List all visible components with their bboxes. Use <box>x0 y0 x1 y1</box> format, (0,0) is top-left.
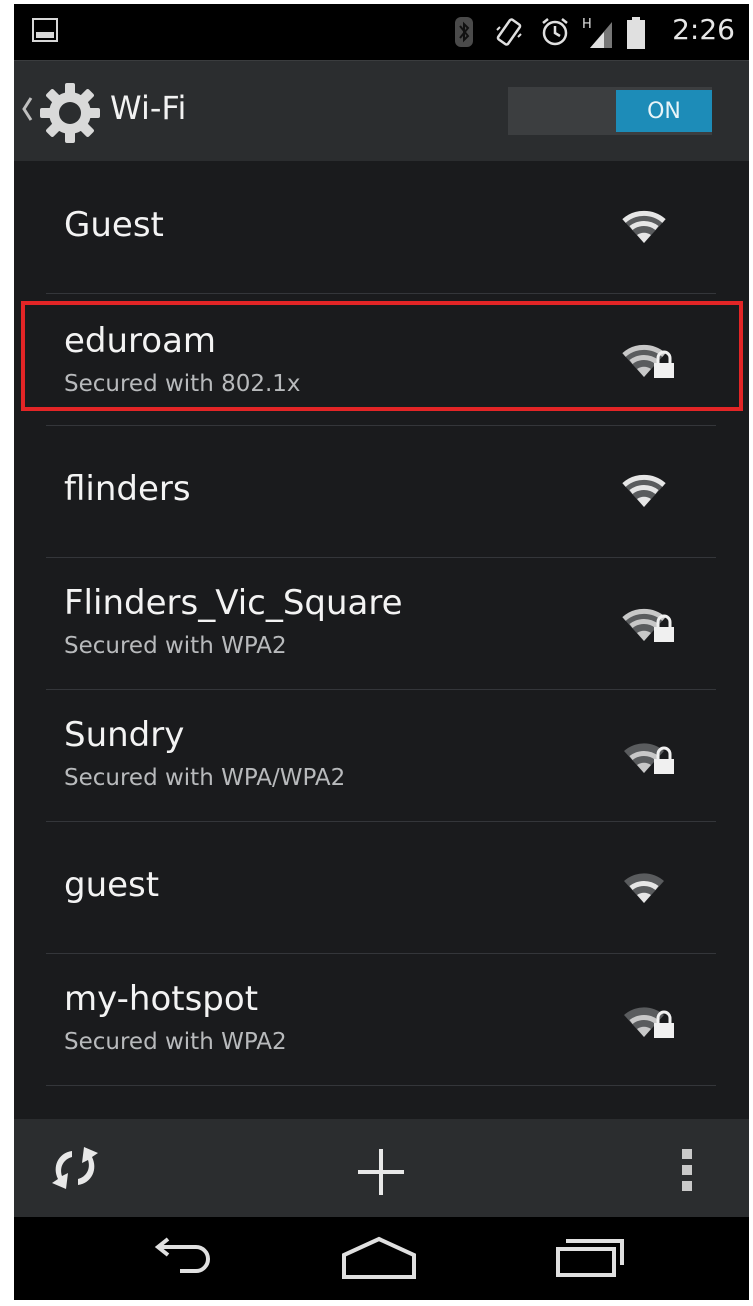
overflow-menu-icon[interactable] <box>681 1147 693 1197</box>
wifi-secured-icon <box>622 607 676 647</box>
bottom-action-bar <box>14 1119 749 1217</box>
wifi-secured-icon <box>622 739 676 779</box>
wifi-signal-icon <box>622 473 666 513</box>
battery-icon <box>626 16 646 54</box>
network-name: flinders <box>64 469 191 509</box>
wifi-signal-icon <box>622 869 666 909</box>
network-item-sundry[interactable]: Sundry Secured with WPA/WPA2 <box>46 689 716 822</box>
signal-type-label: H <box>582 17 592 32</box>
wifi-secured-icon <box>622 343 676 383</box>
home-icon[interactable] <box>340 1235 418 1283</box>
alarm-icon <box>540 16 570 52</box>
back-icon[interactable] <box>142 1235 214 1283</box>
recent-apps-icon[interactable] <box>554 1235 626 1283</box>
network-security: Secured with 802.1x <box>64 371 301 397</box>
up-caret-icon[interactable] <box>20 95 34 127</box>
navigation-bar <box>14 1217 749 1300</box>
network-name: guest <box>64 865 160 905</box>
network-item-eduroam[interactable]: eduroam Secured with 802.1x <box>46 293 716 426</box>
wps-refresh-icon[interactable] <box>48 1145 102 1195</box>
action-bar: Wi-Fi ON <box>14 60 749 161</box>
network-item-flinders[interactable]: flinders <box>46 425 716 558</box>
network-item-my-hotspot[interactable]: my-hotspot Secured with WPA2 <box>46 953 716 1086</box>
vibrate-icon <box>494 16 524 52</box>
network-security: Secured with WPA2 <box>64 1029 287 1055</box>
network-name: my-hotspot <box>64 979 259 1019</box>
network-security: Secured with WPA/WPA2 <box>64 765 346 791</box>
status-bar: H 2:26 <box>14 4 749 60</box>
toggle-on-label: ON <box>616 90 712 132</box>
network-item-flinders-vic-square[interactable]: Flinders_Vic_Square Secured with WPA2 <box>46 557 716 690</box>
network-name: eduroam <box>64 321 217 361</box>
wifi-signal-icon <box>622 209 666 249</box>
bluetooth-icon <box>454 16 474 52</box>
cell-signal-icon: H <box>580 16 616 54</box>
phone-screen: H 2:26 Wi-Fi ON Guest eduroam Secured wi… <box>14 4 749 1300</box>
network-name: Guest <box>64 205 164 245</box>
wifi-secured-icon <box>622 1003 676 1043</box>
network-item-partial[interactable] <box>46 1085 716 1119</box>
network-name: Sundry <box>64 715 185 755</box>
network-security: Secured with WPA2 <box>64 633 287 659</box>
network-item-guest[interactable]: Guest <box>46 161 716 294</box>
status-clock: 2:26 <box>672 13 735 46</box>
network-name: Flinders_Vic_Square <box>64 583 403 623</box>
wifi-toggle[interactable]: ON <box>508 87 712 135</box>
network-list: Guest eduroam Secured with 802.1x flinde… <box>14 161 749 1119</box>
page-title: Wi-Fi <box>110 89 187 127</box>
add-network-icon[interactable] <box>356 1147 406 1201</box>
gear-icon[interactable] <box>38 81 102 149</box>
image-notification-icon <box>32 18 58 46</box>
network-item-guest-lowercase[interactable]: guest <box>46 821 716 954</box>
